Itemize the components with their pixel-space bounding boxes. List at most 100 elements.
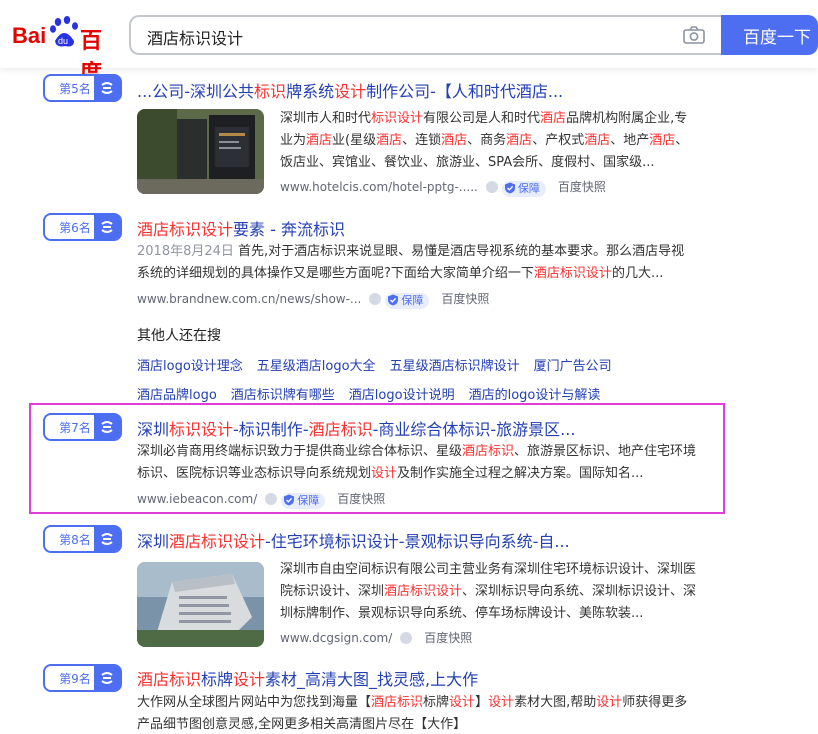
highlighted-keyword: 酒店标识 <box>137 670 202 689</box>
text-segment: 院标识设计、深圳 <box>280 584 385 599</box>
snapshot-link[interactable]: 百度快照 <box>441 292 489 306</box>
snapshot-link[interactable]: 百度快照 <box>424 631 472 645</box>
result-title-link[interactable]: 酒店标识设计要素 - 奔流标识 <box>137 216 345 240</box>
rank-label: 第6名 <box>59 221 91 235</box>
info-dot-icon[interactable] <box>369 293 382 305</box>
highlighted-keyword: 设计 <box>596 695 623 710</box>
related-search-link[interactable]: 五星级酒店logo大全 <box>257 359 376 374</box>
result-abstract: 2018年8月24日 首先,对于酒店标识来说显眼、易懂是酒店导视系统的基本要求。… <box>137 241 697 285</box>
related-search-link[interactable]: 酒店的logo设计与解读 <box>469 388 601 403</box>
shield-check-icon <box>284 494 295 506</box>
abstract-line: 标识、医院标识等业态标识导向系统规划设计及制作实施全过程之解决方案。国际知名..… <box>137 463 702 485</box>
abstract-line: 深圳必肯商用终端标识致力于提供商业综合体标识、星级酒店标识、旅游景区标识、地产住… <box>137 441 702 463</box>
guarantee-label: 保障 <box>401 294 424 307</box>
result-source: www.hotelcis.com/hotel-pptg-..... 保障 百度快照 <box>280 178 606 197</box>
rank-badge: 第6名 <box>43 213 122 241</box>
text-segment: 、产权式 <box>532 133 585 148</box>
text-segment: 业(星级 <box>332 133 377 148</box>
text-segment: 圳标牌制作、景观标识导向系统、停车场标牌设计、美陈软装... <box>280 606 644 621</box>
text-segment: 业为 <box>280 133 307 148</box>
highlighted-keyword: 标识设计 <box>169 420 234 439</box>
rank-badge: 第5名 <box>43 74 122 102</box>
rank-badge: 第9名 <box>43 664 122 692</box>
text-segment: 、连锁 <box>402 133 442 148</box>
shield-check-icon <box>504 182 515 194</box>
rank-badge: 第7名 <box>43 413 122 441</box>
text-segment: 、旅游景区标识、地产住宅环境 <box>514 444 697 459</box>
highlighted-keyword: 酒店标识设计 <box>137 220 234 239</box>
camera-icon[interactable] <box>683 26 705 44</box>
guarantee-badge[interactable]: 保障 <box>501 181 546 197</box>
rank-icon <box>94 415 120 439</box>
highlighted-keyword: 设计 <box>488 695 515 710</box>
related-search-link[interactable]: 厦门广告公司 <box>534 359 612 374</box>
abstract-line: 大作网从全球图片网站中为您找到海量【酒店标识标牌设计】设计素材大图,帮助设计师获… <box>137 692 702 714</box>
text-segment: 、深圳标识导向系统、深圳标识设计、深 <box>462 584 697 599</box>
text-segment: -商业综合体标识-旅游景区... <box>372 420 576 439</box>
rank-icon <box>94 666 120 690</box>
highlighted-keyword: 酒店 <box>306 133 333 148</box>
result-abstract: 深圳必肯商用终端标识致力于提供商业综合体标识、星级酒店标识、旅游景区标识、地产住… <box>137 441 702 485</box>
shield-check-icon <box>388 294 399 306</box>
highlighted-keyword: 设计 <box>334 82 367 101</box>
result-url[interactable]: www.dcgsign.com/ <box>280 631 392 645</box>
text-segment: 、 <box>675 133 689 148</box>
related-search-link[interactable]: 酒店标识牌有哪些 <box>231 388 335 403</box>
text-segment: 标牌 <box>423 695 450 710</box>
result-abstract: 大作网从全球图片网站中为您找到海量【酒店标识标牌设计】设计素材大图,帮助设计师获… <box>137 692 702 734</box>
search-button[interactable]: 百度一下 <box>721 15 818 55</box>
result-title-link[interactable]: 深圳酒店标识设计-住宅环境标识设计-景观标识导向系统-自... <box>137 528 570 552</box>
abstract-line: 深圳市人和时代标识设计有限公司是人和时代酒店品牌机构附属企业,专 <box>280 108 695 130</box>
highlighted-keyword: 酒店 <box>584 133 611 148</box>
info-dot-icon[interactable] <box>265 493 278 505</box>
result-source: www.dcgsign.com/百度快照 <box>280 629 472 646</box>
related-searches: 其他人还在搜 酒店logo设计理念 五星级酒店logo大全 五星级酒店标识牌设计 厦门… <box>137 325 697 413</box>
header-bar: Bai du 百度 百度一下 <box>0 0 818 85</box>
result-title-link[interactable]: 酒店标识标牌设计素材_高清大图_找灵感,上大作 <box>137 666 478 690</box>
paw-icon: du <box>50 16 78 47</box>
text-segment: 素材大图,帮助 <box>514 695 597 710</box>
info-dot-icon[interactable] <box>485 181 498 193</box>
result-abstract: 深圳市人和时代标识设计有限公司是人和时代酒店品牌机构附属企业,专 业为酒店业(星级… <box>280 108 695 174</box>
snapshot-link[interactable]: 百度快照 <box>337 492 385 506</box>
text-segment: 大作网从全球图片网站中为您找到海量【 <box>137 695 372 710</box>
logo-text-du: du <box>58 36 68 46</box>
related-search-link[interactable]: 酒店logo设计理念 <box>137 359 243 374</box>
highlighted-keyword: 设计 <box>371 466 398 481</box>
highlighted-keyword: 标识 <box>254 82 287 101</box>
abstract-line: 圳标牌制作、景观标识导向系统、停车场标牌设计、美陈软装... <box>280 603 700 625</box>
guarantee-label: 保障 <box>297 494 320 507</box>
rank-icon <box>94 215 120 239</box>
text-segment: 深圳市人和时代 <box>280 111 372 126</box>
text-segment: 深圳 <box>137 420 170 439</box>
result-url[interactable]: www.iebeacon.com/ <box>137 492 257 506</box>
related-search-link[interactable]: 五星级酒店标识牌设计 <box>390 359 520 374</box>
related-search-link[interactable]: 酒店品牌logo <box>137 388 217 403</box>
related-search-link[interactable]: 酒店logo设计说明 <box>349 388 455 403</box>
highlighted-keyword: 酒店标识 <box>462 444 515 459</box>
result-title-link[interactable]: 深圳标识设计-标识制作-酒店标识-商业综合体标识-旅游景区... <box>137 416 575 440</box>
guarantee-badge[interactable]: 保障 <box>385 293 430 309</box>
result-url[interactable]: www.hotelcis.com/hotel-pptg-..... <box>280 180 478 194</box>
text-segment: -标识制作- <box>233 420 309 439</box>
result-thumbnail[interactable] <box>137 109 264 194</box>
result-url[interactable]: www.brandnew.com.cn/news/show-... <box>137 292 361 306</box>
rank-label: 第7名 <box>59 421 91 435</box>
highlighted-keyword: 标识设计 <box>371 111 424 126</box>
text-segment: 、商务 <box>467 133 507 148</box>
abstract-line: 业为酒店业(星级酒店、连锁酒店、商务酒店、产权式酒店、地产酒店、 <box>280 130 695 152</box>
result-thumbnail[interactable] <box>137 562 264 647</box>
search-input[interactable] <box>145 25 669 49</box>
text-segment: 标牌 <box>201 670 234 689</box>
highlighted-keyword: 酒店标识设计 <box>384 584 463 599</box>
text-segment: ...公司-深圳公共 <box>137 82 255 101</box>
rank-badge: 第8名 <box>43 525 122 553</box>
snapshot-link[interactable]: 百度快照 <box>558 180 606 194</box>
info-dot-icon[interactable] <box>400 632 413 644</box>
result-title-link[interactable]: ...公司-深圳公共标识牌系统设计制作公司-【人和时代酒店... <box>137 78 563 102</box>
text-segment: 标识、医院标识等业态标识导向系统规划 <box>137 466 372 481</box>
result-source: www.brandnew.com.cn/news/show-... 保障 百度快照 <box>137 290 489 309</box>
baidu-logo[interactable]: Bai du 百度 <box>12 15 122 85</box>
guarantee-badge[interactable]: 保障 <box>281 493 326 509</box>
text-segment: 深圳市自由空间标识有限公司主营业务有深圳住宅环境标识设计、深圳医 <box>280 562 697 577</box>
